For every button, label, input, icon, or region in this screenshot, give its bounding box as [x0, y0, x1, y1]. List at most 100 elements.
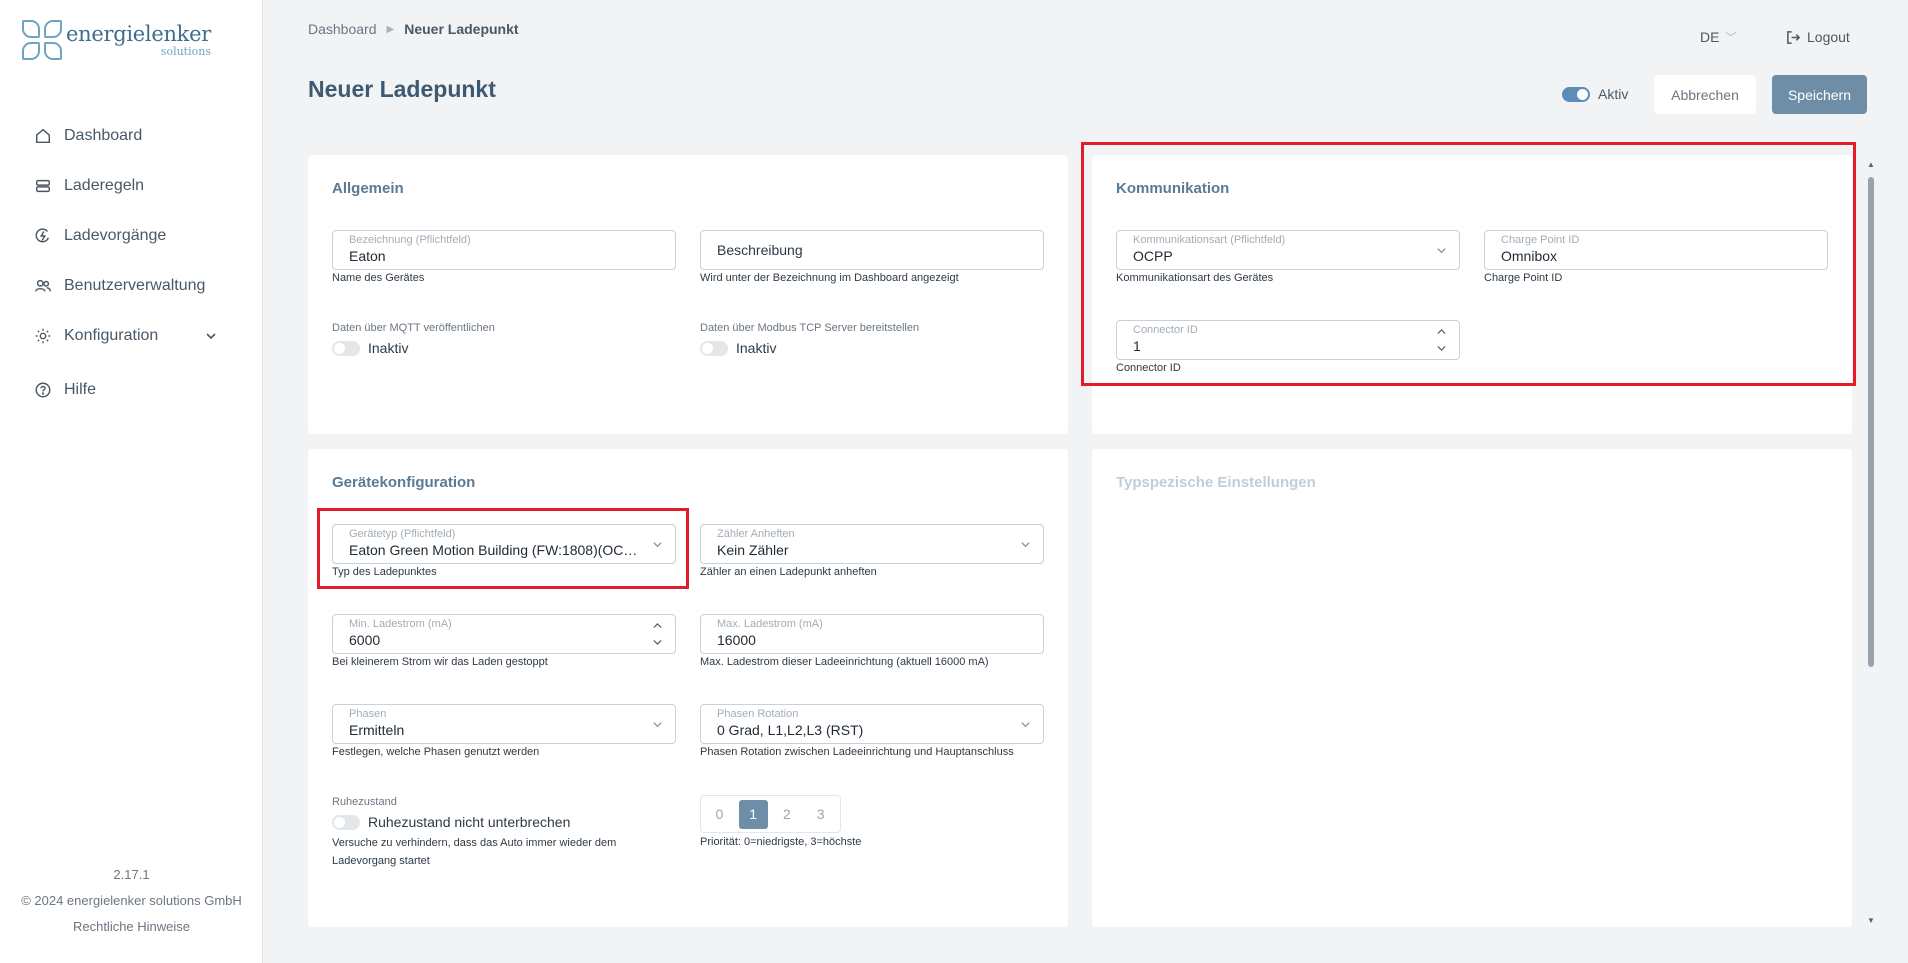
logo-mark-icon [22, 20, 62, 60]
users-icon [35, 279, 51, 292]
phase-rotation-value: 0 Grad, L1,L2,L3 (RST) [717, 722, 864, 738]
stepper-icon[interactable] [652, 620, 663, 648]
priority-option[interactable]: 3 [806, 800, 835, 829]
meter-hint: Zähler an einen Ladepunkt anheften [700, 566, 877, 578]
scrollbar-thumb[interactable] [1868, 177, 1874, 667]
phases-hint: Festlegen, welche Phasen genutzt werden [332, 746, 540, 758]
help-icon [35, 382, 51, 398]
max-current-label: Max. Ladestrom (mA) [717, 618, 823, 630]
logo-sub: solutions [160, 44, 211, 58]
chevron-down-icon [1021, 722, 1030, 728]
max-current-value: 16000 [717, 632, 756, 648]
modbus-state: Inaktiv [736, 340, 777, 356]
scroll-down-icon[interactable]: ▼ [1867, 916, 1875, 925]
name-field-value: Eaton [349, 248, 386, 264]
sidebar-item-laderegeln[interactable]: Laderegeln [34, 177, 230, 195]
sidebar-item-ladevorgaenge[interactable]: Ladevorgänge [34, 227, 230, 245]
meter-label: Zähler Anheften [717, 528, 795, 540]
max-current-field[interactable]: Max. Ladestrom (mA) 16000 [700, 614, 1044, 654]
rest-state-hint-2: Ladevorgang startet [332, 855, 430, 867]
sidebar-item-label: Dashboard [64, 127, 143, 144]
modbus-toggle[interactable]: Inaktiv [700, 340, 776, 356]
max-current-hint: Max. Ladestrom dieser Ladeeinrichtung (a… [700, 656, 989, 668]
modbus-switch[interactable] [700, 340, 728, 356]
breadcrumb-root[interactable]: Dashboard [308, 21, 377, 37]
sidebar-item-label: Benutzerverwaltung [64, 277, 206, 294]
card-allgemein [308, 155, 1068, 434]
copyright: © 2024 energielenker solutions GmbH [21, 893, 242, 908]
meter-value: Kein Zähler [717, 542, 789, 558]
home-icon [35, 128, 51, 144]
sidebar-item-label: Konfiguration [64, 327, 159, 344]
highlight-box-device-type [317, 508, 689, 589]
card-typspezifisch [1092, 449, 1852, 927]
sidebar-item-dashboard[interactable]: Dashboard [34, 127, 230, 145]
logo[interactable]: energielenker solutions [22, 20, 211, 60]
sidebar-item-benutzerverwaltung[interactable]: Benutzerverwaltung [34, 277, 230, 295]
min-current-hint: Bei kleinerem Strom wir das Laden gestop… [332, 656, 548, 668]
logout-button[interactable]: Logout [1786, 29, 1850, 45]
priority-selector: 0 1 2 3 [700, 795, 841, 833]
name-field-label: Bezeichnung (Pflichtfeld) [349, 234, 471, 246]
breadcrumb-separator-icon: ▶ [386, 23, 395, 35]
sidebar: energielenker solutions Dashboard Ladere… [0, 0, 263, 963]
min-current-label: Min. Ladestrom (mA) [349, 618, 452, 630]
priority-option[interactable]: 0 [705, 800, 734, 829]
description-placeholder: Beschreibung [717, 242, 803, 258]
description-field[interactable]: Beschreibung [700, 230, 1044, 270]
charging-icon [35, 228, 50, 243]
language-select[interactable]: DE ﹀ [1700, 29, 1736, 45]
phase-rotation-select[interactable]: Phasen Rotation 0 Grad, L1,L2,L3 (RST) [700, 704, 1044, 744]
mqtt-toggle[interactable]: Inaktiv [332, 340, 408, 356]
active-label: Aktiv [1598, 86, 1629, 102]
phases-select[interactable]: Phasen Ermitteln [332, 704, 676, 744]
chevron-down-icon [1021, 542, 1030, 548]
sidebar-item-hilfe[interactable]: Hilfe [34, 381, 230, 399]
mqtt-label: Daten über MQTT veröffentlichen [332, 322, 495, 334]
rest-state-hint-1: Versuche zu verhindern, dass das Auto im… [332, 837, 617, 849]
sidebar-item-konfiguration[interactable]: Konfiguration [34, 327, 230, 345]
priority-hint: Priorität: 0=niedrigste, 3=höchste [700, 836, 862, 848]
mqtt-switch[interactable] [332, 340, 360, 356]
language-value: DE [1700, 29, 1720, 45]
sidebar-item-label: Laderegeln [64, 177, 145, 194]
priority-option[interactable]: 2 [773, 800, 802, 829]
cancel-button[interactable]: Abbrechen [1654, 75, 1756, 114]
gear-icon [35, 328, 51, 344]
card-title-typspezifisch: Typspezische Einstellungen [1116, 474, 1316, 491]
name-hint: Name des Gerätes [332, 272, 425, 284]
breadcrumb-current: Neuer Ladepunkt [404, 21, 519, 37]
card-title-geraetekonfiguration: Gerätekonfiguration [332, 474, 476, 491]
modbus-label: Daten über Modbus TCP Server bereitstell… [700, 322, 920, 334]
sidebar-item-label: Hilfe [64, 381, 97, 398]
rules-icon [35, 179, 51, 193]
phase-rotation-label: Phasen Rotation [717, 708, 799, 720]
legal-link[interactable]: Rechtliche Hinweise [0, 919, 263, 934]
meter-select[interactable]: Zähler Anheften Kein Zähler [700, 524, 1044, 564]
min-current-field[interactable]: Min. Ladestrom (mA) 6000 [332, 614, 676, 654]
description-hint: Wird unter der Bezeichnung im Dashboard … [700, 272, 959, 284]
highlight-box-kommunikation [1081, 142, 1856, 386]
logout-label: Logout [1807, 29, 1850, 45]
mqtt-state: Inaktiv [368, 340, 409, 356]
rest-state-toggle[interactable]: Ruhezustand nicht unterbrechen [332, 814, 570, 830]
name-field[interactable]: Bezeichnung (Pflichtfeld) Eaton [332, 230, 676, 270]
card-title-allgemein: Allgemein [332, 180, 404, 197]
logo-name: energielenker [66, 21, 211, 46]
rest-state-switch[interactable] [332, 814, 360, 830]
priority-option-selected[interactable]: 1 [738, 799, 768, 829]
phases-label: Phasen [349, 708, 387, 720]
active-toggle[interactable]: Aktiv [1562, 86, 1628, 102]
rest-state-label: Ruhezustand [332, 796, 397, 808]
logout-icon [1787, 30, 1801, 44]
phase-rotation-hint: Phasen Rotation zwischen Ladeeinrichtung… [700, 746, 1014, 758]
page-title: Neuer Ladepunkt [308, 76, 496, 102]
save-button[interactable]: Speichern [1772, 75, 1867, 114]
scroll-up-icon[interactable]: ▲ [1867, 160, 1875, 169]
scrollbar[interactable]: ▲ ▼ [1866, 160, 1876, 925]
active-switch[interactable] [1562, 86, 1590, 102]
phases-value: Ermitteln [349, 722, 405, 738]
chevron-down-icon [206, 333, 216, 340]
min-current-value: 6000 [349, 632, 381, 648]
sidebar-item-label: Ladevorgänge [64, 227, 167, 244]
